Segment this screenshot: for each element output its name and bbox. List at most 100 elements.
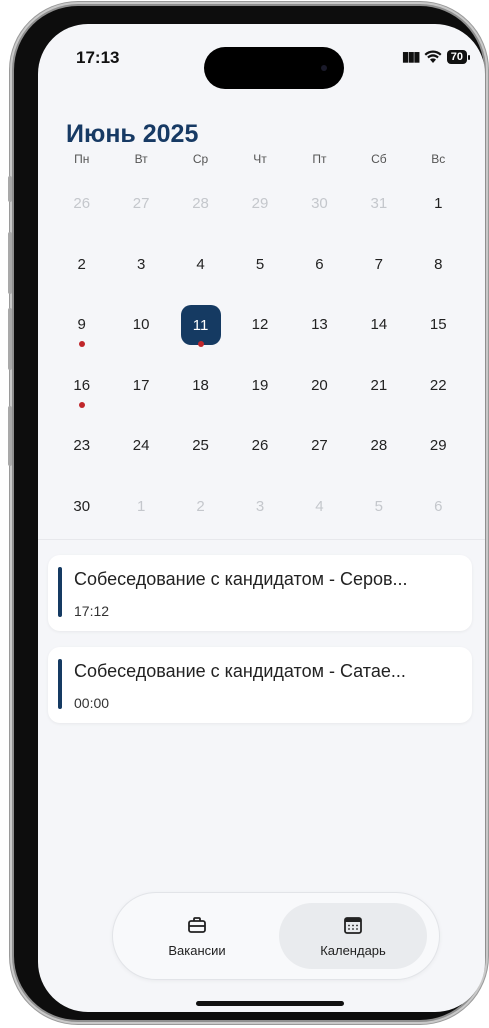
mute-switch: [8, 176, 12, 202]
day-number: 7: [374, 255, 384, 273]
day-number: 24: [132, 437, 150, 454]
day-number: 1: [136, 497, 146, 515]
calendar-day[interactable]: 6: [409, 483, 468, 544]
calendar-day[interactable]: 22: [409, 362, 468, 423]
calendar-day[interactable]: 2: [171, 483, 230, 544]
calendar-day[interactable]: 1: [409, 180, 468, 241]
calendar-day[interactable]: 9: [52, 301, 111, 362]
calendar-day[interactable]: 30: [52, 483, 111, 544]
status-bar: 17:13 ▮▮▮ 70: [38, 24, 485, 89]
event-accent-bar: [58, 567, 62, 617]
weekday-label: Сб: [371, 152, 387, 166]
wifi-icon: [424, 49, 442, 63]
tab-calendar-label: Календарь: [320, 942, 386, 958]
calendar-day[interactable]: 14: [349, 301, 408, 362]
event-card[interactable]: Собеседование с кандидатом - Серов... 17…: [48, 555, 472, 631]
weekday-label: Ср: [192, 152, 209, 166]
calendar-day[interactable]: 27: [111, 180, 170, 241]
phone-frame: 17:13 ▮▮▮ 70 Июнь 2025 Пн Вт Ср Чт Пт Сб Вс 26…: [8, 6, 485, 1020]
tab-calendar[interactable]: Календарь: [279, 903, 427, 969]
event-card[interactable]: Собеседование с кандидатом - Сатае... 00…: [48, 647, 472, 723]
day-number: 29: [251, 195, 269, 212]
calendar-day[interactable]: 19: [230, 362, 289, 423]
calendar-day-selected[interactable]: 11: [171, 301, 230, 362]
calendar-day[interactable]: 29: [230, 180, 289, 241]
day-number: 27: [132, 195, 150, 212]
calendar-day[interactable]: 31: [349, 180, 408, 241]
day-number: 3: [255, 497, 265, 515]
calendar-day[interactable]: 26: [230, 422, 289, 483]
home-indicator: [196, 1001, 344, 1006]
calendar-day[interactable]: 5: [349, 483, 408, 544]
day-number: 28: [370, 437, 388, 454]
day-number: 5: [255, 255, 265, 273]
calendar-day[interactable]: 5: [230, 241, 289, 302]
event-accent-bar: [58, 659, 62, 709]
side-button-left: [8, 406, 12, 466]
calendar-day[interactable]: 26: [52, 180, 111, 241]
calendar-day[interactable]: 28: [171, 180, 230, 241]
calendar-day[interactable]: 6: [290, 241, 349, 302]
day-number: 27: [311, 437, 328, 454]
calendar-day[interactable]: 24: [111, 422, 170, 483]
calendar-day[interactable]: 13: [290, 301, 349, 362]
calendar-day[interactable]: 4: [290, 483, 349, 544]
calendar-day[interactable]: 7: [349, 241, 408, 302]
day-number: 15: [429, 316, 447, 333]
day-number: 6: [315, 255, 324, 273]
volume-up-button: [8, 232, 12, 294]
calendar-day[interactable]: 23: [52, 422, 111, 483]
calendar-day[interactable]: 21: [349, 362, 408, 423]
events-list: Собеседование с кандидатом - Серов... 17…: [48, 555, 472, 739]
day-number: 2: [196, 497, 205, 515]
day-number: 14: [370, 316, 388, 333]
calendar-day[interactable]: 27: [290, 422, 349, 483]
calendar-day[interactable]: 3: [230, 483, 289, 544]
calendar-day[interactable]: 10: [111, 301, 170, 362]
calendar-day[interactable]: 18: [171, 362, 230, 423]
day-number: 8: [434, 255, 443, 273]
calendar-day[interactable]: 15: [409, 301, 468, 362]
month-title: Июнь 2025: [66, 120, 199, 148]
calendar-day[interactable]: 2: [52, 241, 111, 302]
tab-vacancies-label: Вакансии: [168, 942, 226, 958]
dynamic-island: [204, 47, 344, 89]
calendar-day[interactable]: 28: [349, 422, 408, 483]
calendar-day[interactable]: 1: [111, 483, 170, 544]
calendar-day[interactable]: 20: [290, 362, 349, 423]
event-dot-icon: [78, 401, 85, 408]
bottom-tab-bar: Вакансии Календарь: [112, 892, 440, 980]
app-screen: 17:13 ▮▮▮ 70 Июнь 2025 Пн Вт Ср Чт Пт Сб Вс 26…: [38, 24, 485, 1012]
day-number: 6: [434, 497, 443, 515]
weekday-label: Чт: [253, 152, 267, 166]
calendar-day[interactable]: 29: [409, 422, 468, 483]
battery-icon: 70: [446, 49, 471, 64]
status-time: 17:13: [76, 48, 120, 67]
day-number: 17: [132, 376, 150, 394]
calendar-day[interactable]: 16: [52, 362, 111, 423]
calendar-day[interactable]: 3: [111, 241, 170, 302]
tab-vacancies[interactable]: Вакансии: [123, 903, 271, 969]
event-dot-icon: [78, 341, 85, 347]
weekday-header: Пн Вт Ср Чт Пт Сб Вс: [52, 152, 468, 166]
day-number: 29: [429, 437, 447, 454]
event-title: Собеседование с кандидатом - Серов...: [74, 569, 408, 589]
day-number: 23: [73, 437, 91, 454]
calendar-day[interactable]: 4: [171, 241, 230, 302]
calendar-day[interactable]: 30: [290, 180, 349, 241]
calendar-day[interactable]: 12: [230, 301, 289, 362]
day-number: 5: [374, 497, 384, 515]
calendar-grid: 26 27 28 29 30 31 1 2 3 4 5 6 7 8 9 10 11 12 13 14 15 16 17 18 1…: [52, 180, 468, 543]
calendar-day[interactable]: 17: [111, 362, 170, 423]
calendar-day[interactable]: 25: [171, 422, 230, 483]
status-icons: ▮▮▮ 70: [402, 48, 471, 65]
calendar-day[interactable]: 8: [409, 241, 468, 302]
day-number: 26: [73, 195, 91, 212]
day-number: 12: [251, 316, 269, 333]
day-number: 11: [180, 305, 221, 345]
day-number: 10: [132, 316, 150, 333]
weekday-label: Вс: [431, 152, 446, 166]
day-number: 30: [73, 497, 91, 515]
day-number: 19: [251, 376, 269, 394]
day-number: 3: [136, 255, 146, 273]
